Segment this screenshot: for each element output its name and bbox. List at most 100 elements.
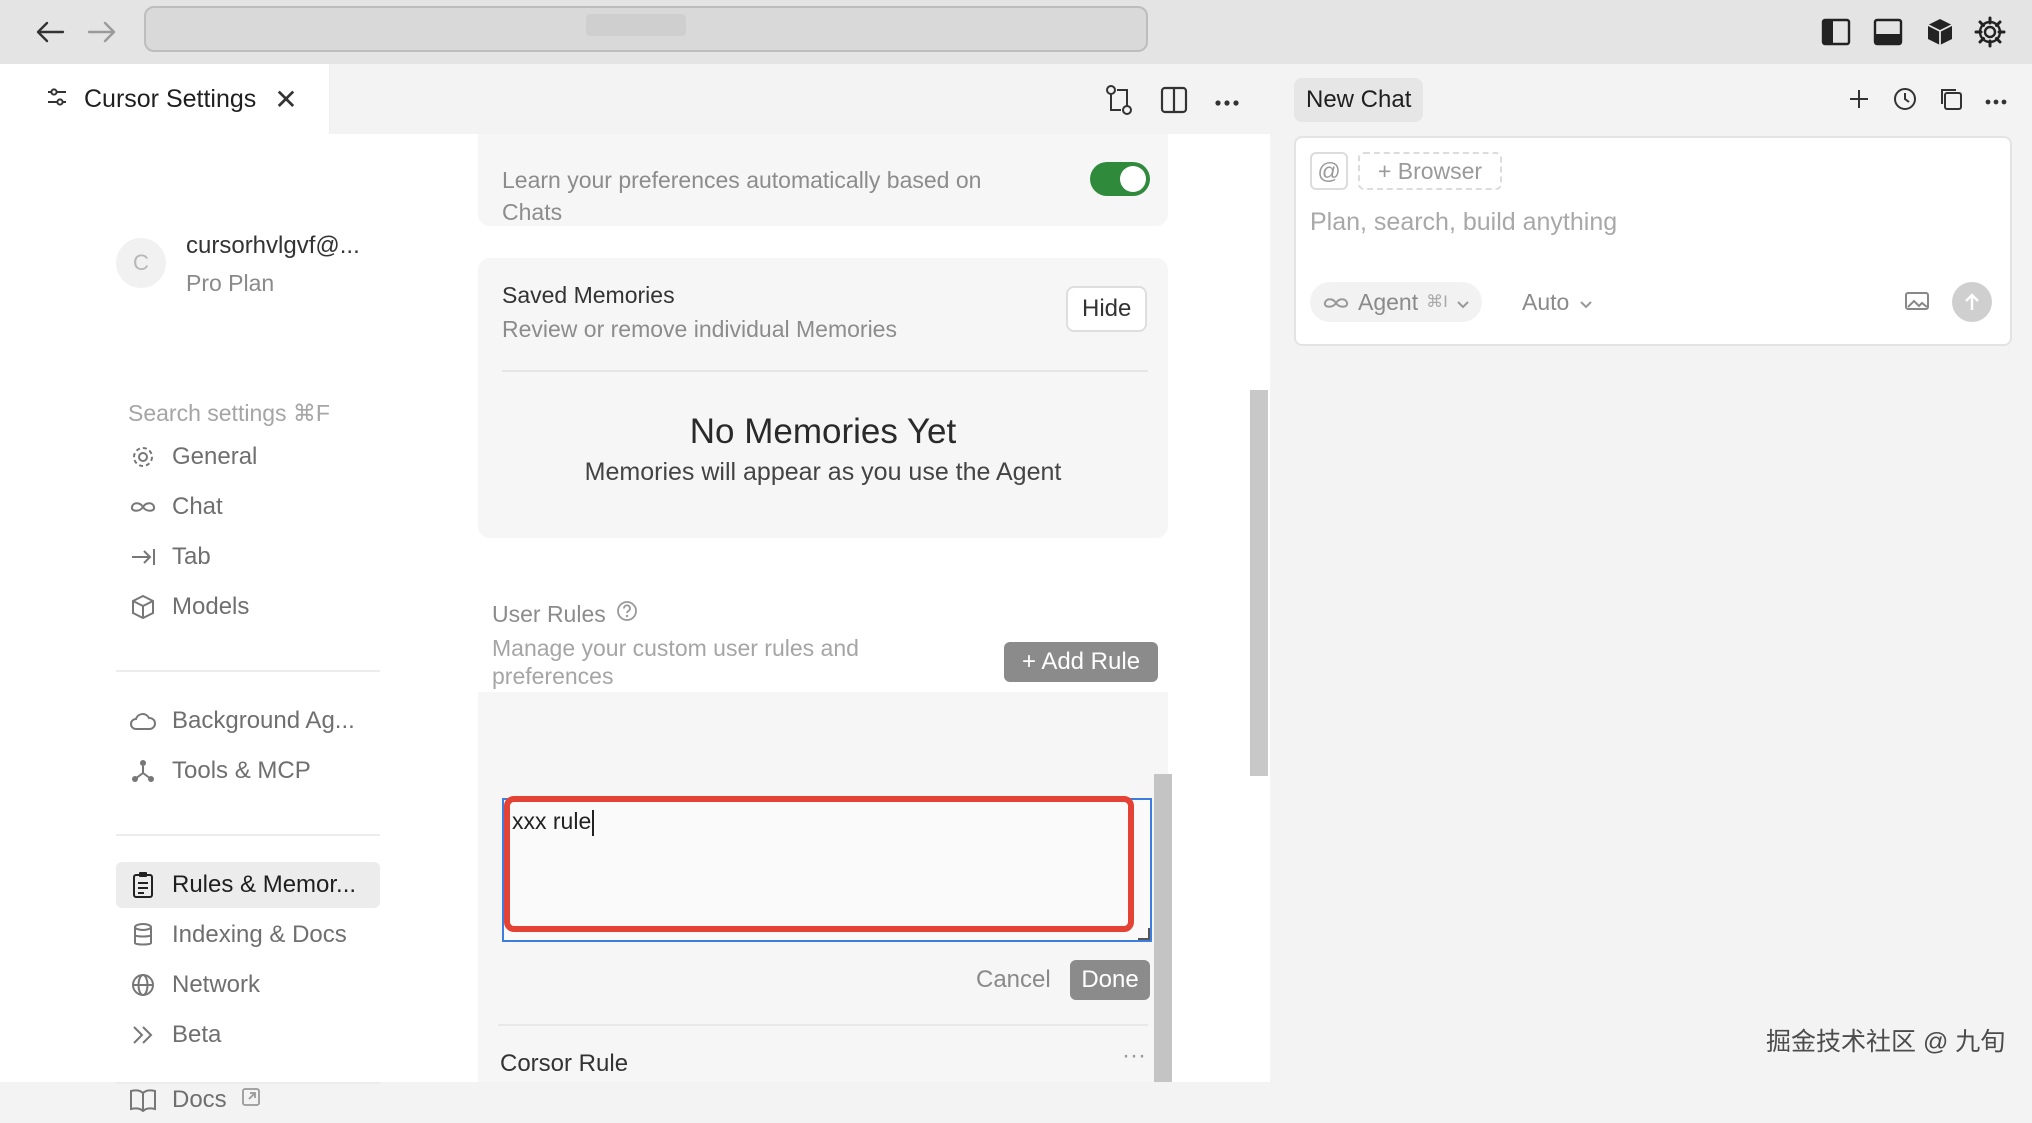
model-dropdown[interactable]: Auto (1522, 282, 1593, 322)
sidebar-left-icon[interactable] (1816, 12, 1856, 52)
sidebar-divider (116, 834, 380, 836)
external-link-icon (241, 1086, 261, 1114)
tab-title: Cursor Settings (84, 84, 257, 113)
avatar: C (116, 238, 166, 288)
hide-button[interactable]: Hide (1066, 286, 1148, 332)
chevron-down-icon (1579, 289, 1593, 316)
chevrons-right-icon (128, 1020, 158, 1050)
sidebar-item-beta[interactable]: Beta (116, 1012, 380, 1058)
user-rules-description-line: Manage your custom user rules and (492, 635, 859, 661)
command-center-input[interactable] (144, 6, 1148, 52)
settings-sidebar: C cursorhvlgvf@... Pro Plan Search setti… (20, 134, 390, 1084)
gear-icon (128, 442, 158, 472)
sidebar-item-label: Background Ag... (172, 707, 355, 734)
sidebar-item-label: Tools & MCP (172, 757, 311, 784)
sidebar-item-label: Tab (172, 543, 211, 570)
sidebar-item-label: Docs (172, 1086, 227, 1113)
sidebar-item-tools-mcp[interactable]: Tools & MCP (116, 748, 380, 794)
rule-more-icon[interactable]: ··· (1122, 1042, 1146, 1070)
watermark: 掘金技术社区 @ 九旬 (1766, 1028, 2006, 1056)
done-button[interactable]: Done (1070, 960, 1150, 1000)
memory-description-line: Learn your preferences automatically bas… (502, 167, 982, 193)
settings-content: Learn your preferences automatically bas… (390, 134, 1270, 1082)
tools-icon (128, 756, 158, 786)
tab-new-chat[interactable]: New Chat (1294, 78, 1424, 122)
account-plan: Pro Plan (186, 270, 275, 296)
sidebar-item-models[interactable]: Models (116, 584, 380, 630)
compare-icon[interactable] (1104, 84, 1134, 121)
resize-handle[interactable] (1138, 928, 1150, 940)
infinity-icon (128, 492, 158, 522)
search-settings-input[interactable]: Search settings ⌘F (128, 400, 330, 427)
sidebar-item-label: Models (172, 593, 250, 620)
sidebar-item-network[interactable]: Network (116, 962, 380, 1008)
sidebar-item-docs[interactable]: Docs (116, 1077, 380, 1123)
panel-bottom-icon[interactable] (1868, 12, 1908, 52)
sidebar-item-rules-memories[interactable]: Rules & Memor... (116, 862, 380, 908)
globe-icon (128, 970, 158, 1000)
more-icon[interactable] (1984, 93, 2008, 111)
memory-description-line: Chats (502, 199, 563, 225)
rules-scrollbar[interactable] (1154, 774, 1172, 1082)
toggle-knob (1120, 166, 1146, 192)
user-rules-description-line: preferences (492, 663, 614, 689)
cube-icon[interactable] (1920, 12, 1960, 52)
sidebar-item-indexing-docs[interactable]: Indexing & Docs (116, 912, 380, 958)
saved-memories-title: Saved Memories (502, 282, 675, 308)
gear-icon[interactable] (1970, 12, 2010, 52)
memories-toggle-card: Learn your preferences automatically bas… (478, 134, 1168, 226)
infinity-icon (1322, 289, 1350, 316)
saved-memories-subtitle: Review or remove individual Memories (502, 316, 897, 342)
sidebar-divider (116, 670, 380, 672)
sidebar-item-chat[interactable]: Chat (116, 484, 380, 530)
agent-shortcut: ⌘I (1426, 292, 1448, 311)
send-button[interactable] (1952, 282, 1992, 322)
chevron-down-icon (1456, 289, 1470, 316)
sidebar-item-label: Beta (172, 1021, 222, 1048)
account-card: C cursorhvlgvf@... Pro Plan (116, 232, 360, 297)
chat-input-box: @ + Browser Plan, search, build anything… (1294, 136, 2012, 346)
help-icon[interactable] (616, 600, 638, 628)
arrow-up-icon (1965, 293, 1979, 310)
cloud-icon (128, 706, 158, 736)
split-editor-icon[interactable] (1160, 86, 1188, 119)
database-icon (128, 920, 158, 950)
agent-mode-dropdown[interactable]: Agent ⌘I (1310, 282, 1482, 322)
memory-description: Learn your preferences automatically bas… (502, 164, 981, 228)
book-icon (128, 1085, 158, 1115)
sidebar-item-label: Chat (172, 493, 223, 520)
close-icon[interactable]: ✕ (274, 83, 297, 116)
cancel-button[interactable]: Cancel (976, 966, 1051, 994)
tab-arrow-icon (128, 542, 158, 572)
browser-button[interactable]: + Browser (1358, 152, 1502, 190)
arrow-right-icon[interactable] (84, 14, 120, 50)
empty-state-title: No Memories Yet (689, 412, 957, 451)
add-rule-button[interactable]: + Add Rule (1004, 642, 1158, 682)
saved-memories-card: Saved Memories Review or remove individu… (478, 258, 1168, 538)
copy-chat-icon[interactable] (1938, 86, 1964, 117)
editor-area: Cursor Settings ✕ C cursorhvlgvf@... Pro… (0, 64, 1270, 1113)
title-bar (0, 0, 2032, 64)
chat-panel: New Chat @ + Browser Plan, search, build… (1270, 64, 2032, 1082)
more-icon[interactable] (1214, 94, 1240, 112)
mention-button[interactable]: @ (1310, 152, 1348, 190)
clipboard-icon (128, 870, 158, 900)
settings-scrollbar[interactable] (1250, 390, 1268, 776)
sidebar-item-tab[interactable]: Tab (116, 534, 380, 580)
sidebar-item-label: Rules & Memor... (172, 871, 357, 898)
arrow-left-icon[interactable] (32, 14, 68, 50)
model-label: Auto (1522, 288, 1570, 315)
plus-icon[interactable] (1848, 88, 1870, 115)
card-divider (502, 370, 1148, 372)
memories-toggle[interactable] (1090, 162, 1150, 196)
chat-input[interactable]: Plan, search, build anything (1310, 208, 1617, 237)
rule-divider (498, 1024, 1148, 1026)
sidebar-item-background-agents[interactable]: Background Ag... (116, 698, 380, 744)
history-icon[interactable] (1892, 86, 1918, 117)
sidebar-item-general[interactable]: General (116, 434, 380, 480)
user-rules-heading: User Rules (492, 600, 638, 628)
tab-cursor-settings[interactable]: Cursor Settings ✕ (20, 64, 330, 134)
user-rules-description: Manage your custom user rules and prefer… (492, 634, 859, 690)
image-icon[interactable] (1904, 290, 1930, 317)
sidebar-item-label: Indexing & Docs (172, 921, 347, 948)
